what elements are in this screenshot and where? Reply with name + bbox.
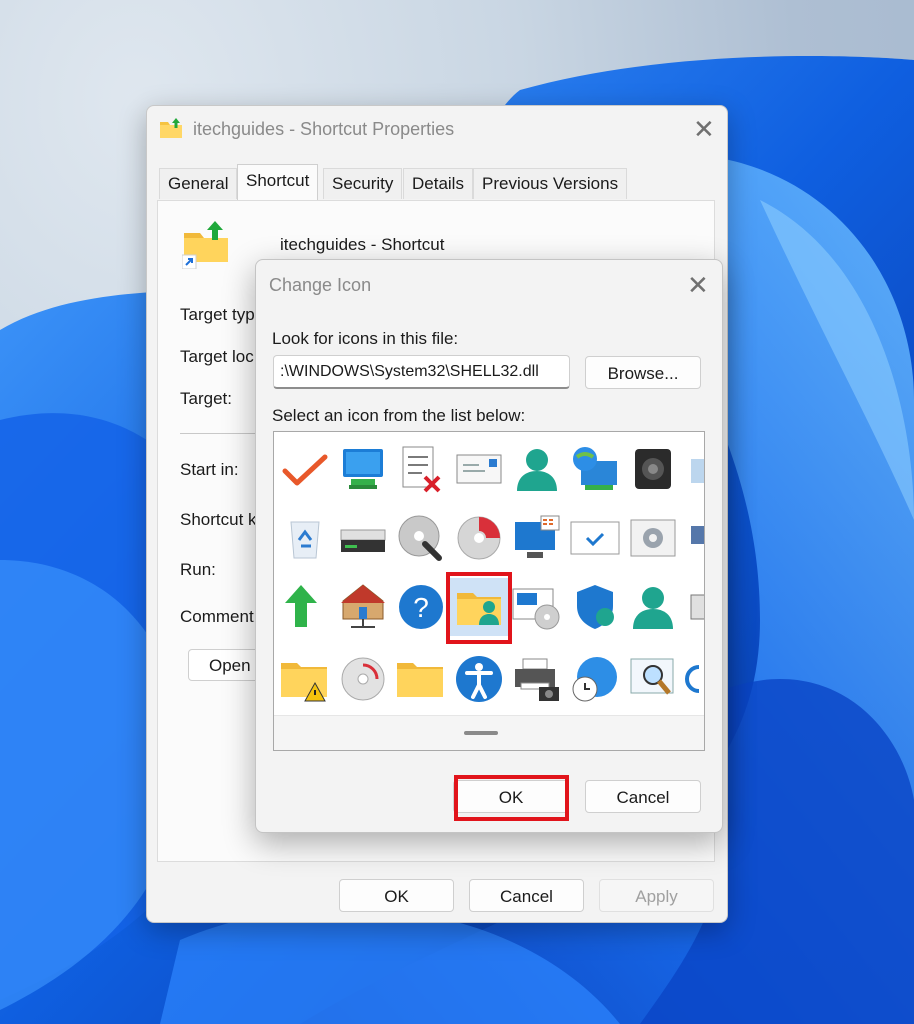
shared-folder-user-icon[interactable] xyxy=(450,578,508,636)
scrollbar-thumb[interactable] xyxy=(464,731,498,735)
accessibility-icon[interactable] xyxy=(450,650,508,708)
partial-icon[interactable] xyxy=(682,650,704,708)
properties-cancel-button[interactable]: Cancel xyxy=(469,879,584,912)
folder-warning-icon[interactable] xyxy=(276,650,334,708)
globe-clock-icon[interactable] xyxy=(566,650,624,708)
target-location-label: Target loc xyxy=(180,347,254,366)
shortcut-name: itechguides - Shortcut xyxy=(280,235,445,254)
help-icon[interactable]: ? xyxy=(392,578,450,636)
drive-icon[interactable] xyxy=(334,509,392,567)
window-cd-icon[interactable] xyxy=(508,578,566,636)
icon-list[interactable]: ? xyxy=(273,431,705,751)
start-in-label: Start in: xyxy=(180,460,239,479)
checkbox-window-icon[interactable] xyxy=(566,509,624,567)
close-icon[interactable]: ✕ xyxy=(687,272,709,298)
change-icon-dialog: Change Icon ✕ Look for icons in this fil… xyxy=(255,259,723,833)
icon-file-path-input[interactable] xyxy=(273,355,570,389)
gear-window-icon[interactable] xyxy=(624,509,682,567)
network-globe-computer-icon[interactable] xyxy=(566,440,624,498)
folder-shortcut-icon xyxy=(182,221,228,269)
folder-shortcut-icon xyxy=(160,118,182,138)
browse-button[interactable]: Browse... xyxy=(585,356,701,389)
list-label: Select an icon from the list below: xyxy=(272,406,526,425)
dialog-title: Change Icon xyxy=(269,275,372,295)
folder-icon[interactable] xyxy=(392,650,450,708)
run-label: Run: xyxy=(180,560,216,579)
partial-icon[interactable] xyxy=(682,578,704,636)
properties-title: itechguides - Shortcut Properties xyxy=(193,119,455,139)
dialog-cancel-button[interactable]: Cancel xyxy=(585,780,701,813)
target-type-label: Target typ xyxy=(180,305,255,324)
home-network-icon[interactable] xyxy=(334,578,392,636)
shortcut-key-label: Shortcut k xyxy=(180,510,257,529)
properties-apply-button[interactable]: Apply xyxy=(599,879,714,912)
tab-details[interactable]: Details xyxy=(403,168,473,199)
properties-ok-button[interactable]: OK xyxy=(339,879,454,912)
speaker-icon[interactable] xyxy=(624,440,682,498)
tab-shortcut[interactable]: Shortcut xyxy=(237,164,319,200)
horizontal-scrollbar[interactable] xyxy=(274,715,704,750)
partial-icon[interactable] xyxy=(682,440,704,498)
tab-previous-versions[interactable]: Previous Versions xyxy=(473,168,628,199)
green-arrow-icon[interactable] xyxy=(276,578,334,636)
envelope-icon[interactable] xyxy=(450,440,508,498)
checkmark-icon[interactable] xyxy=(276,440,334,498)
tab-general[interactable]: General xyxy=(159,168,238,199)
shield-icon[interactable] xyxy=(566,578,624,636)
close-icon[interactable]: ✕ xyxy=(693,116,715,142)
comment-label: Comment: xyxy=(180,607,259,626)
partial-icon[interactable] xyxy=(682,509,704,567)
printer-camera-icon[interactable] xyxy=(508,650,566,708)
magnifier-window-icon[interactable] xyxy=(624,650,682,708)
task-list-delete-icon[interactable] xyxy=(392,440,450,498)
recycle-bin-icon[interactable] xyxy=(276,509,334,567)
cd-gray-icon[interactable] xyxy=(334,650,392,708)
properties-titlebar: itechguides - Shortcut Properties ✕ xyxy=(147,106,727,152)
user-icon[interactable] xyxy=(508,440,566,498)
target-label: Target: xyxy=(180,389,232,408)
cd-red-icon[interactable] xyxy=(450,509,508,567)
tab-security[interactable]: Security xyxy=(323,168,403,199)
ok-button-highlight xyxy=(454,775,569,821)
file-label: Look for icons in this file: xyxy=(272,329,459,348)
user-icon[interactable] xyxy=(624,578,682,636)
monitor-icon[interactable] xyxy=(334,440,392,498)
computer-window-icon[interactable] xyxy=(508,509,566,567)
svg-text:?: ? xyxy=(413,592,429,623)
cd-search-icon[interactable] xyxy=(392,509,450,567)
